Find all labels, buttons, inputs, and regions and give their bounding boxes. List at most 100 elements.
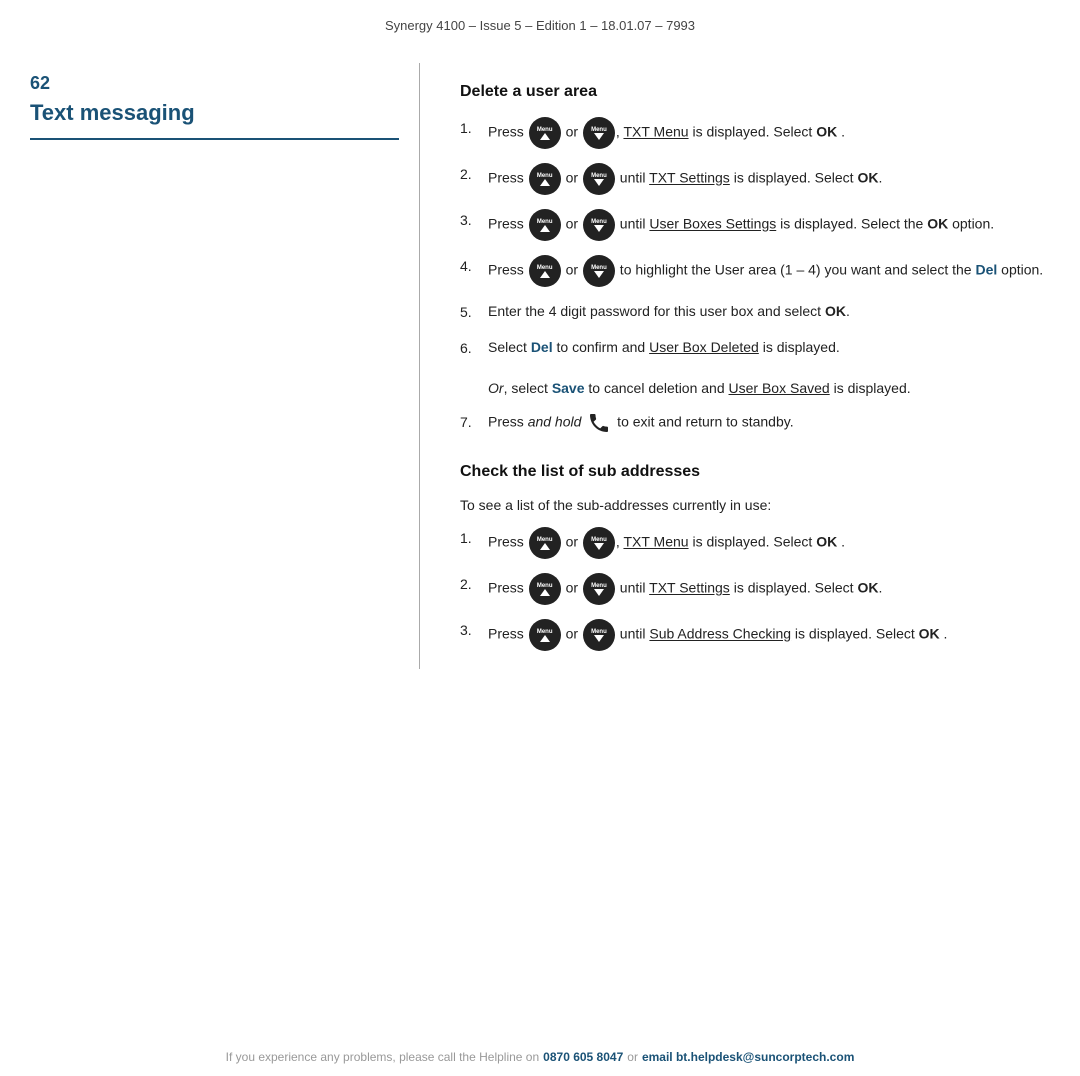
up-button-2-2: Menu (529, 573, 561, 605)
step-body-3: Press Menu or Menu until User Boxes Sett… (488, 209, 1050, 241)
page-number: 62 (30, 73, 399, 94)
down-button-1: Menu (583, 117, 615, 149)
step-body-2: Press Menu or Menu until TXT Settings is… (488, 163, 1050, 195)
page-header: Synergy 4100 – Issue 5 – Edition 1 – 18.… (0, 0, 1080, 43)
footer-prefix: If you experience any problems, please c… (226, 1050, 540, 1064)
txt-settings-link-2: TXT Settings (649, 170, 730, 186)
page-body: 62 Text messaging Delete a user area 1. … (0, 63, 1080, 669)
down-button-2: Menu (583, 163, 615, 195)
step-body-5: Enter the 4 digit password for this user… (488, 301, 1050, 322)
step-number-2-3: 3. (460, 619, 488, 641)
sidebar-title: Text messaging (30, 100, 195, 125)
sidebar: 62 Text messaging (30, 63, 420, 669)
phone-icon (587, 411, 611, 435)
del-4: Del (975, 262, 997, 278)
step-2-2: 2. Press Menu or Menu until TXT Settings… (460, 573, 1050, 605)
up-button-1: Menu (529, 117, 561, 149)
ok-2-1: OK (816, 534, 837, 550)
section-delete-user-area: Delete a user area 1. Press Menu or Menu (460, 83, 1050, 435)
step-1: 1. Press Menu or Menu , TXT Menu (460, 117, 1050, 149)
up-arrow-icon-2-1 (540, 543, 550, 550)
up-button-3: Menu (529, 209, 561, 241)
save-label: Save (552, 380, 585, 396)
section1-title: Delete a user area (460, 83, 1050, 101)
step-4: 4. Press Menu or Menu to highlight the U… (460, 255, 1050, 287)
step-body-2-3: Press Menu or Menu until Sub Address Che… (488, 619, 1050, 651)
step-body-6: Select Del to confirm and User Box Delet… (488, 337, 1050, 358)
section2-intro: To see a list of the sub-addresses curre… (460, 497, 1050, 513)
ok-2-3: OK (919, 626, 940, 642)
down-arrow-icon-1 (594, 133, 604, 140)
footer-phone: 0870 605 8047 (543, 1050, 623, 1064)
footer-email: email bt.helpdesk@suncorptech.com (642, 1050, 854, 1064)
step-7: 7. Press and hold to exit and return to … (460, 411, 1050, 435)
or-line-1: Or, select Save to cancel deletion and U… (488, 377, 1050, 399)
step-2-1: 1. Press Menu or Menu , TXT Menu (460, 527, 1050, 559)
header-text: Synergy 4100 – Issue 5 – Edition 1 – 18.… (385, 18, 695, 33)
step-number-2-2: 2. (460, 573, 488, 595)
step-6: 6. Select Del to confirm and User Box De… (460, 337, 1050, 359)
step-5: 5. Enter the 4 digit password for this u… (460, 301, 1050, 323)
user-box-deleted-link: User Box Deleted (649, 339, 759, 355)
up-arrow-icon-2-2 (540, 589, 550, 596)
txt-menu-link-2-1: TXT Menu (623, 534, 688, 550)
footer: If you experience any problems, please c… (0, 1038, 1080, 1076)
down-arrow-icon-4 (594, 271, 604, 278)
step-number-7: 7. (460, 411, 488, 433)
and-hold-text: and hold (528, 414, 582, 430)
up-button-2-3: Menu (529, 619, 561, 651)
sidebar-divider (30, 138, 399, 140)
txt-menu-link-1: TXT Menu (623, 124, 688, 140)
sub-address-link-2-3: Sub Address Checking (649, 626, 791, 642)
step-body-4: Press Menu or Menu to highlight the User… (488, 255, 1050, 287)
steps-list-1: 1. Press Menu or Menu , TXT Menu (460, 117, 1050, 359)
up-arrow-icon-2 (540, 179, 550, 186)
up-button-4: Menu (529, 255, 561, 287)
step-number-2-1: 1. (460, 527, 488, 549)
down-arrow-icon-2-2 (594, 589, 604, 596)
up-arrow-icon-2-3 (540, 635, 550, 642)
steps-list-2: 1. Press Menu or Menu , TXT Menu (460, 527, 1050, 651)
up-button-2: Menu (529, 163, 561, 195)
up-arrow-icon-4 (540, 271, 550, 278)
down-button-3: Menu (583, 209, 615, 241)
down-arrow-icon-3 (594, 225, 604, 232)
step-number-4: 4. (460, 255, 488, 277)
step-2-3: 3. Press Menu or Menu until Sub Address … (460, 619, 1050, 651)
ok-5: OK (825, 303, 846, 319)
down-button-4: Menu (583, 255, 615, 287)
section2-title: Check the list of sub addresses (460, 463, 1050, 481)
step-number-1: 1. (460, 117, 488, 139)
down-button-2-2: Menu (583, 573, 615, 605)
main-content: Delete a user area 1. Press Menu or Menu (420, 63, 1050, 669)
step-body-1: Press Menu or Menu , TXT Menu is display… (488, 117, 1050, 149)
or-italic: Or (488, 380, 504, 396)
user-boxes-link-3: User Boxes Settings (649, 216, 776, 232)
user-box-saved-link: User Box Saved (729, 380, 830, 396)
ok-2-2: OK (857, 580, 878, 596)
up-button-2-1: Menu (529, 527, 561, 559)
step-number-3: 3. (460, 209, 488, 231)
down-arrow-icon-2 (594, 179, 604, 186)
up-arrow-icon-3 (540, 225, 550, 232)
up-arrow-icon-1 (540, 133, 550, 140)
footer-middle: or (627, 1050, 638, 1064)
down-button-2-3: Menu (583, 619, 615, 651)
steps-list-1b: 7. Press and hold to exit and return to … (460, 411, 1050, 435)
section-check-sub-addresses: Check the list of sub addresses To see a… (460, 463, 1050, 651)
step-2: 2. Press Menu or Menu until TXT Settings… (460, 163, 1050, 195)
ok-2: OK (857, 170, 878, 186)
down-button-2-1: Menu (583, 527, 615, 559)
ok-1: OK (816, 124, 837, 140)
down-arrow-icon-2-3 (594, 635, 604, 642)
step-body-2-1: Press Menu or Menu , TXT Menu is display… (488, 527, 1050, 559)
step-number-5: 5. (460, 301, 488, 323)
step-body-2-2: Press Menu or Menu until TXT Settings is… (488, 573, 1050, 605)
step-number-6: 6. (460, 337, 488, 359)
down-arrow-icon-2-1 (594, 543, 604, 550)
ok-3: OK (927, 216, 948, 232)
del-6: Del (531, 339, 553, 355)
txt-settings-link-2-2: TXT Settings (649, 580, 730, 596)
step-3: 3. Press Menu or Menu until User Boxes S… (460, 209, 1050, 241)
step-number-2: 2. (460, 163, 488, 185)
